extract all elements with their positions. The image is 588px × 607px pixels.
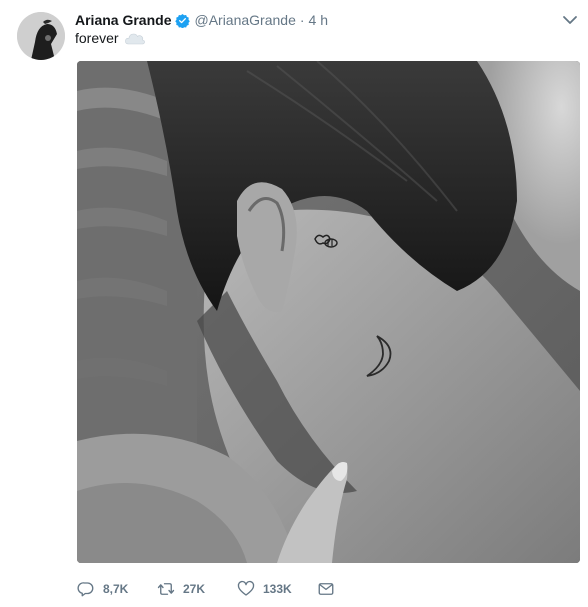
- chevron-down-icon[interactable]: [562, 12, 578, 28]
- tweet-text-content: forever: [75, 30, 119, 46]
- tweet-timestamp[interactable]: 4 h: [309, 12, 328, 28]
- tweet-photo[interactable]: [77, 61, 580, 563]
- cloud-emoji-icon: [124, 31, 145, 45]
- tweet-text: forever: [75, 30, 145, 46]
- retweet-count: 27K: [183, 582, 206, 596]
- verified-badge-icon: [175, 13, 191, 28]
- author-handle[interactable]: @ArianaGrande: [194, 12, 295, 28]
- retweet-icon: [157, 583, 175, 595]
- photo-image: [77, 61, 580, 563]
- like-button[interactable]: 133K: [237, 580, 317, 598]
- avatar-image: [17, 12, 65, 60]
- heart-icon: [237, 580, 255, 596]
- separator-dot: ·: [299, 12, 305, 28]
- reply-button[interactable]: 8,7K: [77, 580, 157, 598]
- avatar[interactable]: [17, 12, 65, 60]
- like-count: 133K: [263, 582, 292, 596]
- direct-message-button[interactable]: [317, 580, 335, 598]
- envelope-icon: [318, 583, 334, 595]
- reply-icon: [77, 582, 94, 597]
- reply-count: 8,7K: [103, 582, 129, 596]
- author-name[interactable]: Ariana Grande: [75, 12, 171, 28]
- tweet: Ariana Grande @ArianaGrande · 4 h foreve…: [0, 0, 588, 607]
- tweet-header: Ariana Grande @ArianaGrande · 4 h: [75, 10, 578, 30]
- retweet-button[interactable]: 27K: [157, 580, 237, 598]
- tweet-actions: 8,7K 27K 133K: [77, 578, 335, 600]
